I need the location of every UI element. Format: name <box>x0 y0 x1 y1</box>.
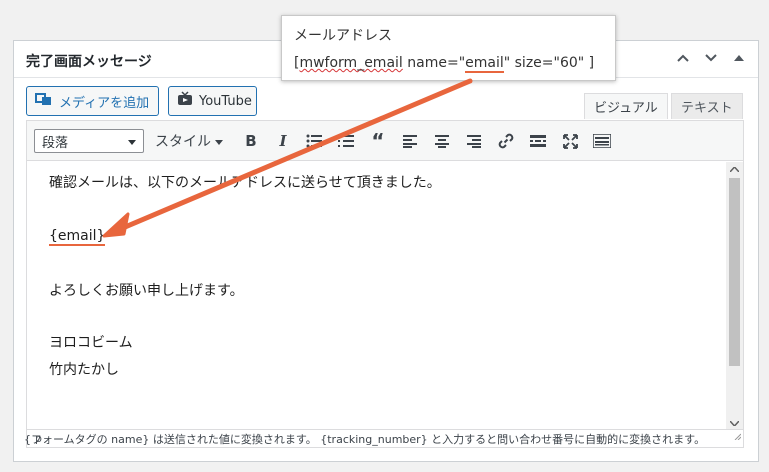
content-line: ヨロコビーム <box>49 335 133 351</box>
align-right-icon[interactable] <box>463 130 485 152</box>
editor: 段落 スタイル B I “ 確認メールは、以下のメールアドレスに送らせて頂きまし… <box>26 120 744 448</box>
editor-content[interactable]: 確認メールは、以下のメールアドレスに送らせて頂きました。 {email} よろし… <box>27 162 727 430</box>
editor-toolbar: 段落 スタイル B I “ <box>27 121 743 161</box>
content-line: 確認メールは、以下のメールアドレスに送らせて頂きました。 <box>49 175 441 191</box>
scroll-thumb[interactable] <box>729 178 740 366</box>
tab-visual[interactable]: ビジュアル <box>584 93 668 119</box>
email-placeholder: {email} <box>49 228 106 246</box>
shortcode-name: email <box>465 55 504 73</box>
format-select[interactable]: 段落 <box>34 129 144 153</box>
link-icon[interactable] <box>495 130 517 152</box>
caret-down-icon <box>215 133 223 149</box>
bold-icon[interactable]: B <box>240 130 262 152</box>
shortcode-rest: " size="60" ] <box>503 55 595 71</box>
collapse-toggle-icon[interactable] <box>732 49 746 67</box>
add-media-button[interactable]: メディアを追加 <box>26 86 159 116</box>
content-line: 竹内たかし <box>49 362 119 378</box>
tab-text[interactable]: テキスト <box>671 93 743 119</box>
callout-shortcode: [mwform_email name="email" size="60" ] <box>294 55 595 73</box>
fullscreen-icon[interactable] <box>559 130 581 152</box>
move-down-icon[interactable] <box>704 49 718 67</box>
callout-label: メールアドレス <box>294 28 392 44</box>
shortcode-mid: name=" <box>402 55 466 71</box>
annotation-callout: メールアドレス [mwform_email name="email" size=… <box>281 15 616 81</box>
numbered-list-icon[interactable] <box>335 130 357 152</box>
youtube-icon <box>177 91 193 111</box>
chevron-down-icon <box>128 134 136 149</box>
format-value: 段落 <box>42 135 69 151</box>
youtube-button[interactable]: YouTube <box>168 86 257 116</box>
shortcode-tag: mwform_email <box>299 55 403 71</box>
content-email-tag: {email} <box>49 227 106 246</box>
youtube-label: YouTube <box>199 93 252 109</box>
read-more-icon[interactable] <box>527 130 549 152</box>
blockquote-icon[interactable]: “ <box>367 129 389 153</box>
scroll-up-icon[interactable] <box>726 162 743 176</box>
resize-handle-icon[interactable] <box>733 428 742 445</box>
move-up-icon[interactable] <box>676 49 690 67</box>
toolbar-toggle-icon[interactable] <box>591 130 613 152</box>
align-left-icon[interactable] <box>399 130 421 152</box>
italic-icon[interactable]: I <box>272 130 294 152</box>
postbox-title: 完了画面メッセージ <box>26 54 152 70</box>
bullet-list-icon[interactable] <box>303 130 325 152</box>
message-postbox: 完了画面メッセージ メディアを追加 YouTube ビジュアル テキスト 段落 … <box>13 40 759 462</box>
style-label: スタイル <box>155 134 211 150</box>
editor-scrollbar[interactable] <box>726 162 743 430</box>
align-center-icon[interactable] <box>431 130 453 152</box>
content-line: よろしくお願い申し上げます。 <box>49 283 244 299</box>
add-media-label: メディアを追加 <box>59 95 150 111</box>
media-icon <box>35 91 53 111</box>
style-menu[interactable]: スタイル <box>155 131 223 151</box>
help-note: {フォームタグの name} は送信された値に変換されます。 {tracking… <box>24 433 706 446</box>
